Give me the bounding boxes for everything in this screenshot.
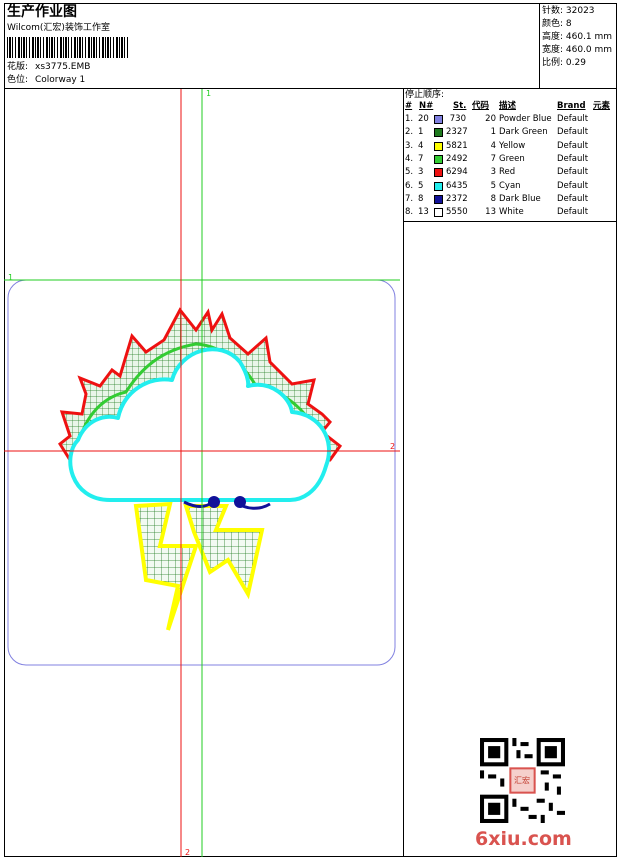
cell-index: 2. <box>405 127 414 138</box>
color-swatch <box>434 194 443 204</box>
cell-st: 730 <box>449 114 466 124</box>
col-n: N# <box>419 101 434 111</box>
color-swatch <box>434 181 443 191</box>
company-name: Wilcom(汇宏)装饰工作室 <box>7 23 110 33</box>
cell-brand: Default <box>557 180 589 191</box>
cell-desc: Dark Green <box>499 127 548 138</box>
cell-code: 1 <box>490 127 496 138</box>
table-row: 4. 7 2492 7 Green Default <box>404 153 616 166</box>
cell-desc: Red <box>499 167 516 178</box>
design-height: 高度: 460.1 mm <box>542 32 613 42</box>
cell-brand: Default <box>557 167 589 178</box>
table-header: # N# St. 代码 描述 Brand 元素 <box>404 100 616 113</box>
cell-brand: Default <box>557 153 589 164</box>
col-brand: Brand <box>557 101 586 111</box>
table-row: 6. 5 6435 5 Cyan Default <box>404 180 616 193</box>
lightning-bolt-right <box>183 504 265 600</box>
cell-brand: Default <box>557 127 589 138</box>
page-title: 生产作业图 <box>7 4 77 20</box>
color-swatch <box>434 168 443 178</box>
cell-desc: White <box>499 207 524 218</box>
red-axis-right-label: 2 <box>390 442 396 451</box>
cell-desc: Cyan <box>499 180 521 191</box>
design-width: 宽度: 460.0 mm <box>542 45 613 55</box>
pattern-label: 花版: <box>7 62 29 72</box>
cell-desc: Dark Blue <box>499 193 541 204</box>
col-hash: # <box>405 101 413 111</box>
color-swatch <box>434 208 443 218</box>
green-axis-left-label: 1 <box>8 273 14 282</box>
cell-desc: Green <box>499 153 525 164</box>
colorway-value: Colorway 1 <box>35 75 86 85</box>
lightning-bolt-left <box>133 501 199 631</box>
cell-st: 2372 <box>446 193 468 204</box>
cell-code: 5 <box>490 180 496 191</box>
cell-index: 5. <box>405 167 414 178</box>
colorway-label: 色位: <box>7 75 29 85</box>
cell-st: 2327 <box>446 127 468 138</box>
cell-st: 2492 <box>446 153 468 164</box>
cell-index: 3. <box>405 140 414 151</box>
stitch-count: 针数: 32023 <box>542 6 595 16</box>
cell-st: 6294 <box>446 167 468 178</box>
table-row: 8. 13 5550 13 White Default <box>404 206 616 219</box>
barcode <box>7 37 130 58</box>
col-desc: 描述 <box>499 101 517 111</box>
cell-n: 3 <box>418 167 424 178</box>
cell-st: 5550 <box>446 207 468 218</box>
cell-brand: Default <box>557 140 589 151</box>
cell-code: 13 <box>485 207 496 218</box>
table-row: 1. 20 730 20 Powder Blue Default <box>404 113 616 126</box>
cell-n: 7 <box>418 153 424 164</box>
design-ratio: 比例: 0.29 <box>542 58 586 68</box>
qr-stamp: 汇宏 <box>514 776 530 785</box>
design-canvas <box>4 89 400 857</box>
cell-code: 4 <box>490 140 496 151</box>
cell-n: 8 <box>418 193 424 204</box>
color-swatch <box>434 141 443 151</box>
col-code: 代码 <box>472 101 490 111</box>
color-swatch <box>434 128 443 138</box>
table-row: 2. 1 2327 1 Dark Green Default <box>404 126 616 139</box>
stats-divider <box>539 3 540 88</box>
cell-code: 20 <box>485 114 496 124</box>
cell-brand: Default <box>557 114 589 124</box>
table-divider <box>403 221 617 222</box>
cell-brand: Default <box>557 207 589 218</box>
cell-desc: Powder Blue <box>499 114 552 124</box>
color-count: 颜色: 8 <box>542 19 572 29</box>
table-row: 3. 4 5821 4 Yellow Default <box>404 140 616 153</box>
cell-brand: Default <box>557 193 589 204</box>
cell-index: 8. <box>405 207 414 218</box>
red-axis-bottom-label: 2 <box>185 848 191 857</box>
pattern-value: xs3775.EMB <box>35 62 91 72</box>
cell-n: 4 <box>418 140 424 151</box>
watermark: 6xiu.com <box>475 828 572 850</box>
cell-st: 5821 <box>446 140 468 151</box>
green-axis-top-label: 1 <box>206 89 212 98</box>
cell-index: 4. <box>405 153 414 164</box>
cell-index: 1. <box>405 114 414 124</box>
cell-n: 13 <box>418 207 429 218</box>
color-swatch <box>434 154 443 164</box>
cell-n: 1 <box>418 127 424 138</box>
col-st: St. <box>453 101 467 111</box>
cell-n: 20 <box>418 114 429 124</box>
raindrop-right <box>234 496 246 508</box>
cell-n: 5 <box>418 180 424 191</box>
cell-desc: Yellow <box>499 140 526 151</box>
cell-index: 7. <box>405 193 414 204</box>
table-row: 7. 8 2372 8 Dark Blue Default <box>404 193 616 206</box>
raindrop-left <box>208 496 220 508</box>
color-swatch <box>434 115 443 124</box>
cell-index: 6. <box>405 180 414 191</box>
cell-code: 3 <box>490 167 496 178</box>
table-row: 5. 3 6294 3 Red Default <box>404 166 616 179</box>
cell-st: 6435 <box>446 180 468 191</box>
cell-code: 8 <box>490 193 496 204</box>
cell-code: 7 <box>490 153 496 164</box>
col-element: 元素 <box>593 101 611 111</box>
